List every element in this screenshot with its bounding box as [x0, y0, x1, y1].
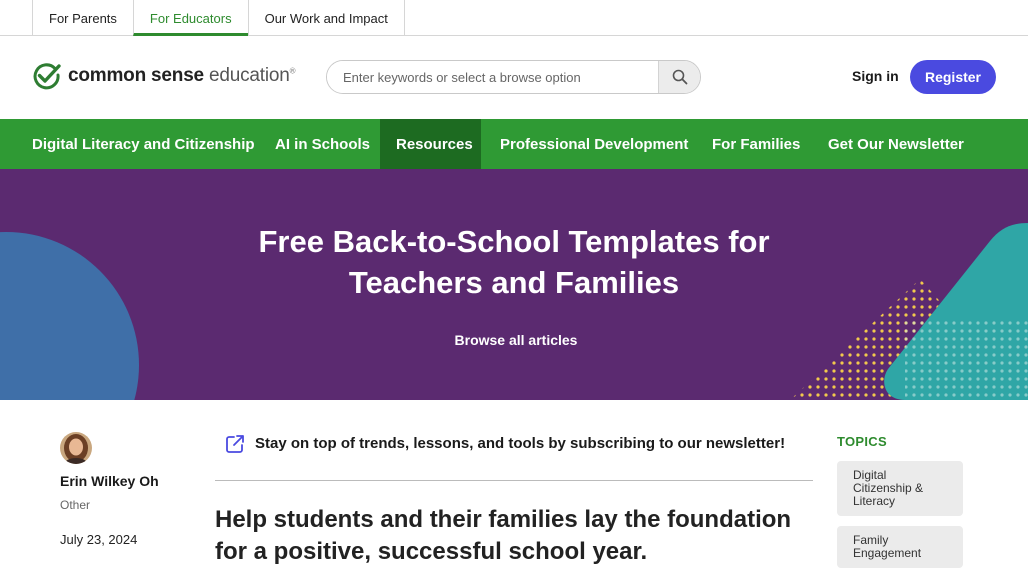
topic-chip-line: Literacy: [853, 494, 896, 508]
article-lead-line-2: for a positive, successful school year.: [215, 538, 648, 565]
logo-wordmark-bold: common sense: [68, 65, 204, 86]
checkmark-logo-icon: [33, 63, 61, 90]
hero-title: Free Back-to-School Templates for Teache…: [214, 221, 814, 303]
tab-our-work-and-impact[interactable]: Our Work and Impact: [247, 0, 405, 36]
audience-tabs: For Parents For Educators Our Work and I…: [32, 0, 405, 36]
author-role: Other: [60, 498, 91, 512]
nav-digital-literacy[interactable]: Digital Literacy and Citizenship: [32, 119, 255, 169]
site-header: common sense education® Sign in Register: [0, 36, 1028, 119]
publish-date: July 23, 2024: [60, 532, 138, 547]
newsletter-text: Stay on top of trends, lessons, and tool…: [255, 435, 786, 452]
author-avatar: [60, 432, 92, 464]
search-icon: [672, 69, 687, 85]
logo-wordmark-light: education: [209, 65, 290, 86]
search-bar: [326, 60, 701, 94]
author-name[interactable]: Erin Wilkey Oh: [60, 473, 159, 489]
nav-for-families[interactable]: For Families: [712, 119, 800, 169]
audience-bar: For Parents For Educators Our Work and I…: [0, 0, 1028, 36]
sign-in-link[interactable]: Sign in: [852, 68, 899, 84]
main-nav: Digital Literacy and Citizenship AI in S…: [0, 119, 1028, 169]
nav-professional-development[interactable]: Professional Development: [500, 119, 688, 169]
external-link-icon: [226, 435, 244, 453]
blue-semicircle-shape: [0, 232, 139, 400]
topic-digital-citizenship-literacy[interactable]: Digital Citizenship & Literacy: [837, 461, 963, 516]
registered-mark: ®: [289, 66, 296, 76]
article-lead-line-1: Help students and their families lay the…: [215, 506, 792, 533]
hero-banner: Free Back-to-School Templates for Teache…: [0, 169, 1028, 400]
topics-heading: TOPICS: [837, 434, 887, 449]
tab-for-educators[interactable]: For Educators: [132, 0, 248, 36]
topic-family-engagement[interactable]: Family Engagement: [837, 526, 963, 568]
logo-wordmark: common sense education®: [68, 65, 296, 87]
newsletter-callout[interactable]: Stay on top of trends, lessons, and tool…: [215, 422, 813, 481]
avatar-photo-icon: [60, 432, 92, 464]
article-lead: Help students and their families lay the…: [215, 504, 815, 568]
site-logo[interactable]: common sense education®: [32, 62, 296, 90]
search-input[interactable]: [327, 61, 658, 93]
topic-chip-line: Engagement: [853, 546, 922, 560]
search-button[interactable]: [658, 61, 700, 93]
tab-for-parents[interactable]: For Parents: [32, 0, 133, 36]
nav-get-our-newsletter[interactable]: Get Our Newsletter: [828, 119, 964, 169]
hero-title-line-2: Teachers and Families: [348, 265, 680, 300]
hero-title-line-1: Free Back-to-School Templates for: [258, 224, 770, 259]
nav-ai-in-schools[interactable]: AI in Schools: [275, 119, 370, 169]
register-button[interactable]: Register: [910, 60, 996, 94]
nav-resources[interactable]: Resources: [380, 119, 481, 169]
browse-all-articles-link[interactable]: Browse all articles: [0, 332, 1028, 348]
